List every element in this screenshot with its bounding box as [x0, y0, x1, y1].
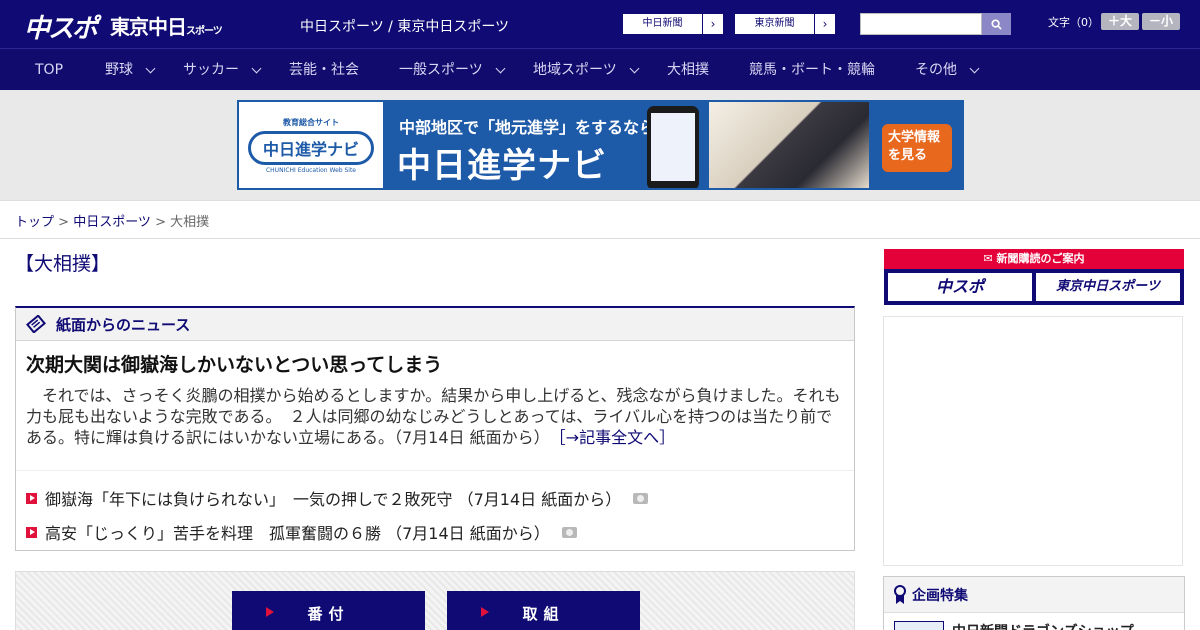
tab-label: 取組 — [522, 605, 565, 623]
news-link-text: 高安「じっくり」苦手を料理 孤軍奮闘の６勝 （7月14日 紙面から） — [45, 524, 550, 543]
chunichi-shimbun-link[interactable]: 中日新聞 › — [622, 13, 724, 35]
font-size-label: 文字（0） — [1048, 16, 1099, 29]
banner-area: 教育総合サイト 中日進学ナビ CHUNICHI Education Web Si… — [0, 90, 1200, 200]
arrow-bullet-icon — [26, 492, 37, 504]
camera-icon — [561, 526, 577, 538]
banner-cta-button[interactable]: 大学情報を見る — [882, 124, 952, 172]
subscribe-tokyo-button[interactable]: 東京中日スポーツ — [1036, 273, 1180, 301]
torikumi-button[interactable]: 取組 — [447, 591, 640, 630]
nav-item-top[interactable]: TOP — [35, 49, 63, 91]
divider — [16, 470, 854, 471]
students-photo — [709, 102, 869, 188]
banner-logo-sub: 教育総合サイト — [283, 117, 339, 127]
nav-item-label: サッカー — [183, 61, 239, 78]
tokyo-shimbun-link[interactable]: 東京新聞 › — [734, 13, 836, 35]
nav-item-other[interactable]: その他 — [915, 49, 980, 91]
nav-item-sumo[interactable]: 大相撲 — [667, 49, 709, 91]
chevron-down-icon — [251, 63, 262, 73]
tab-label: 番付 — [307, 605, 350, 623]
banner-title: 中日進学ナビ — [397, 146, 607, 186]
smartphone-image — [647, 106, 699, 188]
main-nav: TOP 野球 サッカー 芸能・社会 一般スポーツ 地域スポーツ 大相撲 競馬・ボ… — [0, 48, 1200, 90]
page-title: 【大相撲】 — [15, 253, 111, 275]
subscribe-chuspo-button[interactable]: 中スポ — [888, 273, 1032, 301]
nav-item-label: 地域スポーツ — [533, 61, 617, 78]
paper-link-label: 中日新聞 — [623, 14, 703, 34]
nav-item-general-sports[interactable]: 一般スポーツ — [399, 49, 506, 91]
chevron-down-icon — [629, 63, 640, 73]
breadcrumb-separator: > — [54, 215, 74, 230]
site-title: 中日スポーツ / 東京中日スポーツ — [300, 19, 510, 35]
banner-logo-mark: 中日進学ナビ — [247, 130, 374, 165]
sumo-tabs-area: 番付 取組 — [15, 571, 855, 630]
breadcrumb-current: 大相撲 — [170, 215, 210, 230]
smartphone-screen — [651, 113, 695, 181]
breadcrumb-section[interactable]: 中日スポーツ — [73, 215, 151, 230]
subscription-box: ✉ 新聞購読のご案内 中スポ 東京中日スポーツ — [884, 249, 1184, 305]
news-excerpt-text: それでは、さっそく炎鵬の相撲から始めるとしますか。結果から申し上げると、残念なが… — [26, 386, 841, 447]
special-feature-label: 中日新聞ドラゴンズショップ — [952, 621, 1134, 630]
top-header: 中スポ 東京中日スポーツ 中日スポーツ / 東京中日スポーツ 中日新聞 › 東京… — [0, 0, 1200, 48]
chevron-down-icon — [495, 63, 506, 73]
chuspo-logo[interactable]: 中スポ — [24, 8, 98, 45]
nav-item-label: TOP — [35, 61, 64, 78]
chevron-down-icon — [969, 63, 980, 73]
search-input[interactable] — [860, 13, 982, 35]
nav-item-soccer[interactable]: サッカー — [183, 49, 262, 91]
special-features-header: 企画特集 — [884, 577, 1184, 613]
nav-item-regional-sports[interactable]: 地域スポーツ — [533, 49, 640, 91]
nav-item-label: 一般スポーツ — [399, 61, 483, 78]
news-link-item[interactable]: 御嶽海「年下には負けられない」 一気の押しで２敗死守 （7月14日 紙面から） — [26, 486, 649, 510]
chevron-down-icon — [145, 63, 156, 73]
banner-logo-en: CHUNICHI Education Web Site — [265, 166, 356, 174]
news-box-title: 紙面からのニュース — [56, 315, 191, 334]
special-features-title: 企画特集 — [912, 587, 968, 604]
special-feature-thumbnail — [894, 621, 944, 630]
news-headline[interactable]: 次期大関は御嶽海しかいないとつい思ってしまう — [26, 350, 442, 377]
paper-news-box: 紙面からのニュース 次期大関は御嶽海しかいないとつい思ってしまう それでは、さっ… — [15, 306, 855, 551]
tokyo-chunichi-logo[interactable]: 東京中日スポーツ — [110, 11, 223, 40]
nav-item-racing[interactable]: 競馬・ボート・競輪 — [749, 49, 875, 91]
nav-item-label: その他 — [915, 61, 957, 78]
arrow-bullet-icon — [26, 526, 37, 538]
special-feature-item[interactable]: 中日新聞ドラゴンズショップ — [894, 621, 1134, 630]
chevron-right-icon: › — [710, 17, 716, 31]
news-link-text: 御嶽海「年下には負けられない」 一気の押しで２敗死守 （7月14日 紙面から） — [45, 490, 622, 509]
font-bigger-button[interactable]: ＋大 — [1101, 13, 1139, 30]
read-more-link[interactable]: ［→記事全文へ］ — [558, 428, 675, 447]
news-box-header: 紙面からのニュース — [16, 308, 854, 341]
shingaku-navi-banner[interactable]: 教育総合サイト 中日進学ナビ CHUNICHI Education Web Si… — [237, 100, 964, 190]
banner-tagline: 中部地区で「地元進学」をするなら — [399, 118, 656, 137]
nav-item-label: 大相撲 — [667, 61, 709, 78]
banner-logo: 教育総合サイト 中日進学ナビ CHUNICHI Education Web Si… — [239, 102, 383, 188]
news-link-item[interactable]: 高安「じっくり」苦手を料理 孤軍奮闘の６勝 （7月14日 紙面から） — [26, 520, 577, 544]
breadcrumb: トップ > 中日スポーツ > 大相撲 — [0, 200, 1200, 239]
play-triangle-icon — [481, 607, 489, 617]
special-features-box: 企画特集 中日新聞ドラゴンズショップ — [883, 576, 1185, 630]
search-button[interactable] — [982, 13, 1011, 35]
breadcrumb-separator: > — [150, 215, 171, 230]
nav-item-entertainment[interactable]: 芸能・社会 — [289, 49, 359, 91]
paper-link-label: 東京新聞 — [735, 14, 815, 34]
nav-item-label: 野球 — [105, 61, 133, 78]
tokyo-logo-small: スポーツ — [186, 26, 223, 37]
sidebar-ad — [883, 316, 1183, 566]
subscription-header: ✉ 新聞購読のご案内 — [884, 249, 1184, 269]
newspaper-icon — [26, 315, 46, 333]
camera-icon — [633, 492, 649, 504]
breadcrumb-home[interactable]: トップ — [15, 215, 54, 230]
nav-item-label: 芸能・社会 — [289, 61, 359, 78]
nav-item-label: 競馬・ボート・競輪 — [749, 61, 875, 78]
play-triangle-icon — [266, 607, 274, 617]
ribbon-icon — [894, 584, 906, 604]
tokyo-logo-text: 東京中日 — [110, 15, 187, 39]
banzuke-button[interactable]: 番付 — [232, 591, 425, 630]
chevron-right-icon: › — [822, 17, 828, 31]
nav-item-baseball[interactable]: 野球 — [105, 49, 156, 91]
search-icon — [991, 18, 1002, 30]
subscription-title: 新聞購読のご案内 — [996, 252, 1085, 265]
font-smaller-button[interactable]: －小 — [1142, 13, 1180, 30]
news-excerpt: それでは、さっそく炎鵬の相撲から始めるとしますか。結果から申し上げると、残念なが… — [26, 385, 846, 448]
